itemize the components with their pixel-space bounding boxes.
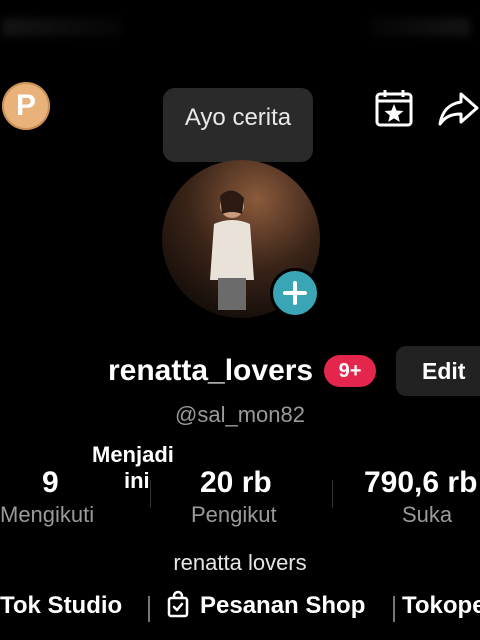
status-bar-left [2, 18, 122, 36]
status-bar [0, 18, 480, 40]
overlay-caption: Menjadi ini [92, 442, 174, 494]
followers-label[interactable]: Pengikut [191, 502, 277, 528]
p-badge-letter: P [15, 89, 36, 122]
link-separator [393, 596, 395, 622]
overlay-caption-line2: ini [124, 468, 150, 493]
edit-profile-button[interactable]: Edit [396, 346, 480, 396]
tokopedia-link[interactable]: Tokope [402, 592, 480, 620]
following-count[interactable]: 9 [42, 466, 59, 500]
stats-divider [150, 480, 151, 508]
calendar-star-icon[interactable] [372, 86, 416, 130]
profile-nickname: renatta lovers [173, 550, 307, 575]
profile-handle: @sal_mon82 [175, 402, 305, 427]
following-label[interactable]: Mengikuti [0, 502, 94, 528]
notification-badge[interactable]: 9+ [324, 355, 376, 387]
tiktok-studio-link[interactable]: Tok Studio [0, 592, 122, 620]
likes-label[interactable]: Suka [402, 502, 452, 528]
shopping-bag-check-icon [166, 590, 190, 625]
profile-links-bar: Tok Studio Pesanan Shop Tokope [0, 590, 480, 628]
shop-orders-link[interactable]: Pesanan Shop [200, 592, 365, 620]
link-separator [148, 596, 150, 622]
plus-icon [283, 281, 307, 305]
profile-username: renatta_lovers [108, 354, 314, 387]
add-story-button[interactable] [270, 268, 320, 318]
p-badge-button[interactable]: P [2, 82, 50, 130]
avatar-figure [210, 190, 254, 310]
stats-divider [332, 480, 333, 508]
likes-count[interactable]: 790,6 rb [364, 466, 477, 500]
overlay-caption-line1: Menjadi [92, 442, 174, 467]
story-tooltip-text: Ayo cerita [184, 104, 292, 131]
followers-count[interactable]: 20 rb [200, 466, 272, 500]
share-arrow-icon[interactable] [436, 86, 480, 130]
status-bar-right [370, 18, 470, 36]
story-tooltip[interactable]: Ayo cerita [163, 88, 313, 162]
